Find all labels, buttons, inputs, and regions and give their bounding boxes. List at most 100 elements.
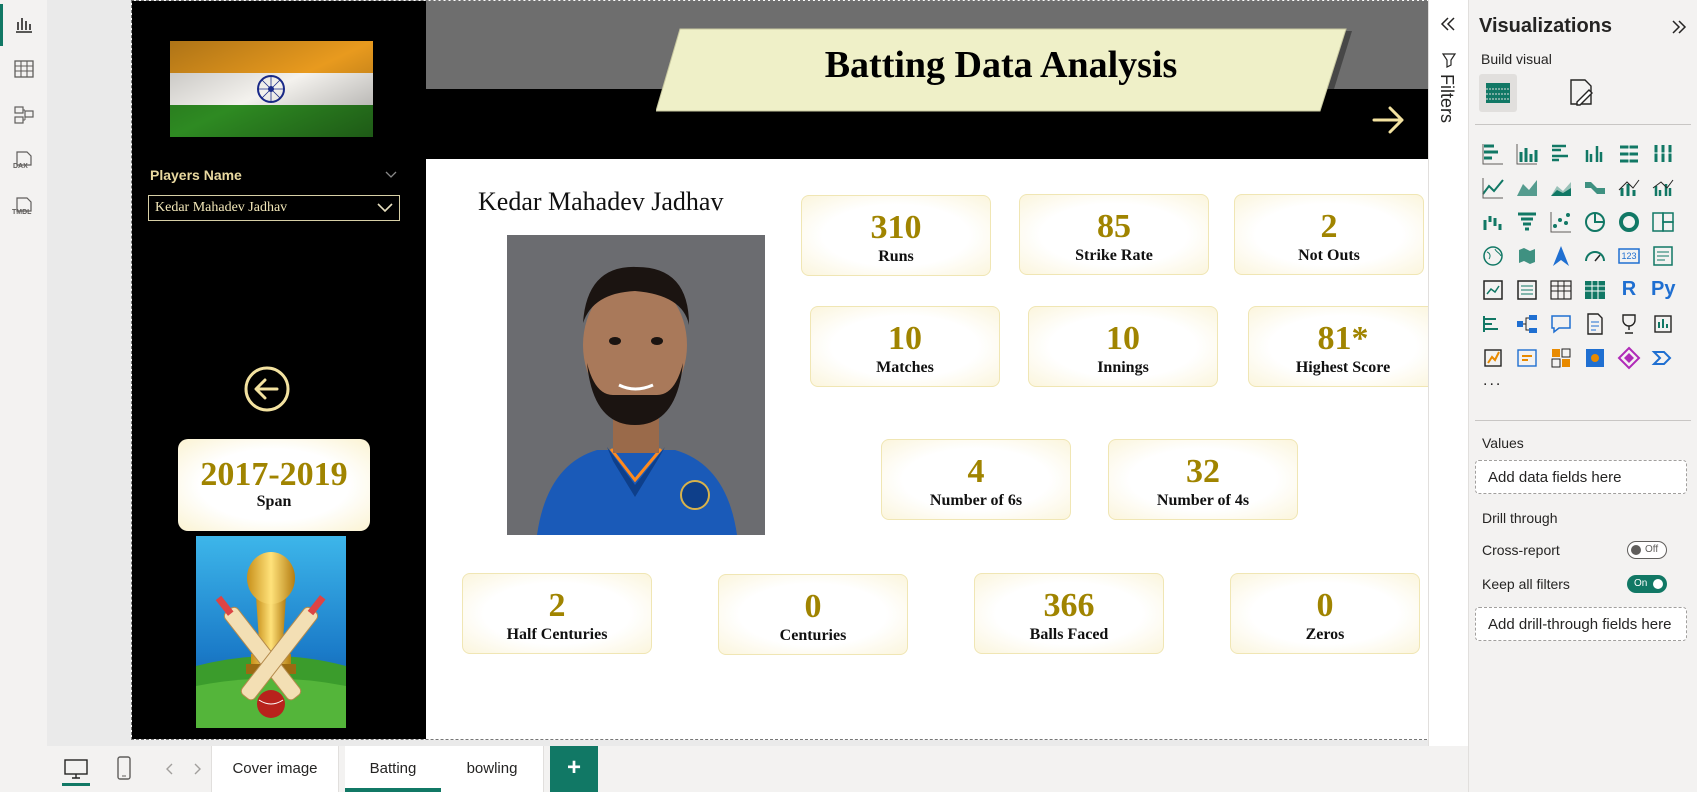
report-view-icon[interactable] <box>13 13 35 35</box>
decomposition-tree-icon[interactable] <box>1515 312 1539 336</box>
scroll-right-icon[interactable] <box>193 763 201 775</box>
balls-faced-value: 366 <box>1043 587 1095 624</box>
line-chart-icon[interactable] <box>1481 176 1505 200</box>
centuries-value: 0 <box>804 588 822 625</box>
filters-label[interactable]: Filters <box>1436 74 1457 123</box>
player-name-dropdown[interactable]: Kedar Mahadev Jadhav <box>148 195 400 221</box>
build-visual-tab[interactable] <box>1479 74 1517 112</box>
qa-visual-icon[interactable] <box>1549 312 1573 336</box>
slicer-label: Players Name <box>150 167 242 183</box>
drill-through-drop-zone[interactable]: Add drill-through fields here <box>1475 607 1687 641</box>
slicer-collapse-icon[interactable] <box>385 171 397 179</box>
azure-search-icon[interactable] <box>1583 346 1607 370</box>
next-arrow-icon[interactable] <box>1372 105 1406 135</box>
page-tab-bowling[interactable]: bowling <box>441 746 544 792</box>
more-visuals-button[interactable]: ... <box>1483 372 1502 390</box>
toggle-knob <box>1653 579 1663 589</box>
runs-value: 310 <box>870 209 922 246</box>
tmdl-label: TMDL <box>12 209 32 216</box>
line-and-clustered-column-icon[interactable] <box>1651 176 1675 200</box>
cross-report-state: Off <box>1645 544 1659 555</box>
r-visual-icon[interactable]: R <box>1617 278 1641 302</box>
python-visual-icon[interactable]: Py <box>1651 278 1675 302</box>
expand-pane-icon[interactable] <box>1671 20 1687 34</box>
power-apps-diamond-icon[interactable] <box>1617 346 1641 370</box>
key-influencers-icon[interactable] <box>1481 312 1505 336</box>
arcgis-map-icon[interactable] <box>1549 346 1573 370</box>
collapse-filters-icon[interactable] <box>1439 16 1457 32</box>
chevron-down-icon <box>377 203 393 213</box>
matrix-icon[interactable] <box>1583 278 1607 302</box>
highest-score-card: 81* Highest Score <box>1248 306 1438 387</box>
gauge-icon[interactable] <box>1583 244 1607 268</box>
scroll-left-icon[interactable] <box>166 763 174 775</box>
clustered-bar-chart-icon[interactable] <box>1549 142 1573 166</box>
donut-chart-icon[interactable] <box>1617 210 1641 234</box>
line-and-column-chart-icon[interactable] <box>1617 176 1641 200</box>
page-tab-cover-image[interactable]: Cover image <box>211 746 339 792</box>
azure-map-icon[interactable] <box>1549 244 1573 268</box>
sixes-value: 4 <box>967 453 985 490</box>
flow-arrows-icon[interactable] <box>1651 346 1675 370</box>
map-icon[interactable] <box>1481 244 1505 268</box>
report-canvas: Players Name Kedar Mahadev Jadhav 2017-2… <box>47 0 1442 746</box>
filled-map-icon[interactable] <box>1515 244 1539 268</box>
fours-card: 32 Number of 4s <box>1108 439 1298 520</box>
not-outs-value: 2 <box>1320 208 1338 245</box>
zeros-label: Zeros <box>1305 626 1345 643</box>
smart-narrative-icon[interactable] <box>1583 312 1607 336</box>
innings-card: 10 Innings <box>1028 306 1218 387</box>
waterfall-chart-icon[interactable] <box>1481 210 1505 234</box>
power-apps-icon[interactable] <box>1481 346 1505 370</box>
highest-score-label: Highest Score <box>1295 359 1391 376</box>
cross-report-toggle[interactable]: Off <box>1627 541 1667 559</box>
centuries-label: Centuries <box>779 627 847 644</box>
model-view-icon[interactable] <box>13 104 35 126</box>
centuries-card: 0 Centuries <box>718 574 908 655</box>
treemap-icon[interactable] <box>1651 210 1675 234</box>
table-grid-icon <box>1486 83 1510 103</box>
back-arrow-icon[interactable] <box>243 365 291 413</box>
mobile-layout-icon[interactable] <box>116 756 132 780</box>
add-page-button[interactable]: + <box>550 746 598 792</box>
cricket-trophy-image <box>196 536 346 728</box>
stacked-bar-chart-icon[interactable] <box>1481 142 1505 166</box>
table-icon[interactable] <box>1549 278 1573 302</box>
100-stacked-column-icon[interactable] <box>1651 142 1675 166</box>
span-label: Span <box>256 493 292 510</box>
page-tab-bar: Cover image Batting bowling + <box>47 746 1428 792</box>
balls-faced-card: 366 Balls Faced <box>974 573 1164 654</box>
table-view-icon[interactable] <box>13 58 35 80</box>
slicer-icon[interactable] <box>1515 278 1539 302</box>
100-stacked-bar-icon[interactable] <box>1617 142 1641 166</box>
left-view-rail: DAX TMDL <box>0 0 48 792</box>
desktop-layout-icon[interactable] <box>63 758 89 780</box>
stacked-area-chart-icon[interactable] <box>1549 176 1573 200</box>
clustered-column-chart-icon[interactable] <box>1583 142 1607 166</box>
keep-filters-toggle[interactable]: On <box>1627 575 1667 593</box>
player-name-heading: Kedar Mahadev Jadhav <box>478 187 724 216</box>
paginated-report-icon[interactable] <box>1617 312 1641 336</box>
dax-query-icon[interactable]: DAX <box>13 150 35 176</box>
pie-chart-icon[interactable] <box>1583 210 1607 234</box>
stacked-column-chart-icon[interactable] <box>1515 142 1539 166</box>
area-chart-icon[interactable] <box>1515 176 1539 200</box>
format-visual-icon[interactable] <box>1565 76 1597 108</box>
india-flag-image <box>170 41 373 137</box>
matches-card: 10 Matches <box>810 306 1000 387</box>
page-tab-batting[interactable]: Batting <box>345 746 442 792</box>
scatter-chart-icon[interactable] <box>1549 210 1573 234</box>
values-drop-zone[interactable]: Add data fields here <box>1475 460 1687 494</box>
tmdl-view-icon[interactable]: TMDL <box>12 196 35 222</box>
innings-label: Innings <box>1097 359 1149 376</box>
keep-filters-label: Keep all filters <box>1482 576 1570 592</box>
innings-value: 10 <box>1106 320 1140 357</box>
ribbon-chart-icon[interactable] <box>1583 176 1607 200</box>
multi-row-card-icon[interactable] <box>1651 244 1675 268</box>
kpi-icon[interactable] <box>1481 278 1505 302</box>
matches-value: 10 <box>888 320 922 357</box>
funnel-chart-icon[interactable] <box>1515 210 1539 234</box>
metrics-icon[interactable] <box>1651 312 1675 336</box>
span-card: 2017-2019 Span <box>178 439 370 531</box>
power-automate-icon[interactable] <box>1515 346 1539 370</box>
